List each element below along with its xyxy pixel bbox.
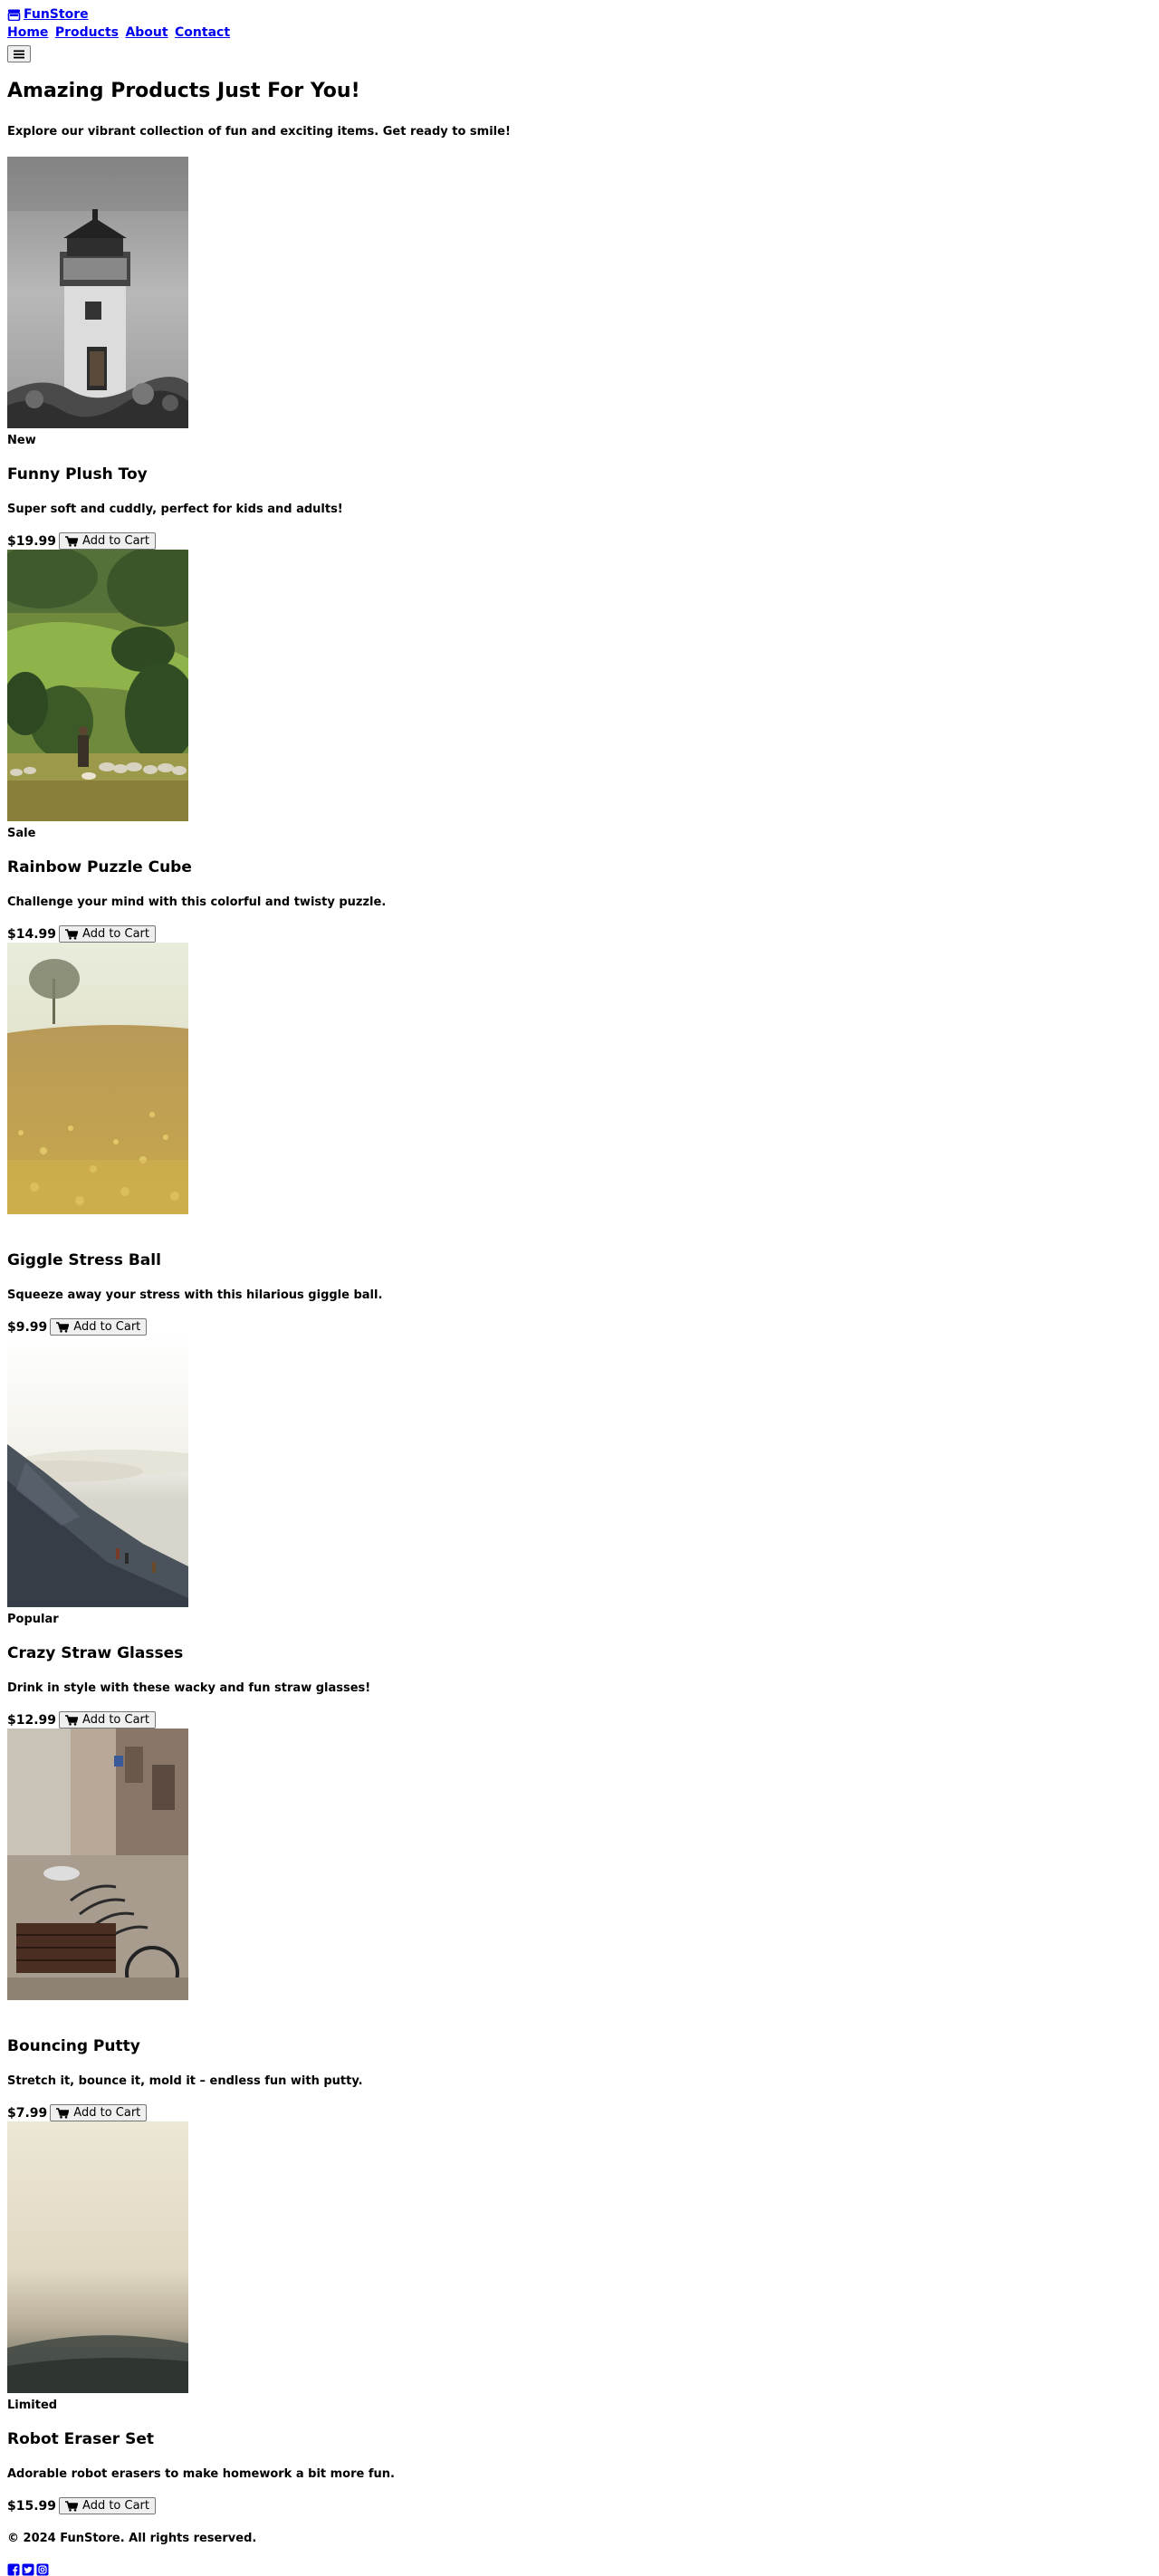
nav-link-home[interactable]: Home xyxy=(7,25,48,40)
product-card: Sale Rainbow Puzzle Cube Challenge your … xyxy=(7,550,1152,943)
cart-icon xyxy=(65,1714,79,1726)
twitter-icon xyxy=(22,2563,34,2576)
product-card: Limited Robot Eraser Set Adorable robot … xyxy=(7,2121,1152,2514)
site-header: FunStore Home Products About Contact xyxy=(7,0,1152,62)
product-price: $14.99 xyxy=(7,926,57,942)
add-to-cart-label: Add to Cart xyxy=(82,927,150,941)
add-to-cart-button[interactable]: Add to Cart xyxy=(59,1711,157,1729)
copyright-text: © 2024 FunStore. All rights reserved. xyxy=(7,2532,257,2545)
social-links xyxy=(7,2563,1152,2576)
site-footer: © 2024 FunStore. All rights reserved. xyxy=(7,2531,1152,2576)
add-to-cart-label: Add to Cart xyxy=(73,2106,141,2120)
add-to-cart-button[interactable]: Add to Cart xyxy=(59,532,157,550)
product-card: Bouncing Putty Stretch it, bounce it, mo… xyxy=(7,1729,1152,2121)
price-row: $15.99 Add to Cart xyxy=(7,2497,1152,2514)
add-to-cart-button[interactable]: Add to Cart xyxy=(50,1318,148,1336)
price-row: $9.99 Add to Cart xyxy=(7,1318,1152,1336)
cart-icon xyxy=(65,535,79,547)
price-row: $12.99 Add to Cart xyxy=(7,1711,1152,1729)
facebook-icon xyxy=(7,2563,20,2576)
product-description: Adorable robot erasers to make homework … xyxy=(7,2467,395,2481)
add-to-cart-label: Add to Cart xyxy=(82,1713,150,1727)
product-image-foggy-hill xyxy=(7,2121,188,2393)
product-badge xyxy=(7,1218,1152,1236)
product-card: Popular Crazy Straw Glasses Drink in sty… xyxy=(7,1336,1152,1729)
add-to-cart-label: Add to Cart xyxy=(73,1320,141,1334)
nav-link-products[interactable]: Products xyxy=(55,25,119,40)
hero-title: Amazing Products Just For You! xyxy=(7,80,360,102)
add-to-cart-button[interactable]: Add to Cart xyxy=(59,2497,157,2514)
product-image-mountain-clouds xyxy=(7,1336,188,1607)
twitter-link[interactable] xyxy=(22,2563,34,2576)
product-name: Giggle Stress Ball xyxy=(7,1251,161,1269)
hamburger-icon xyxy=(14,50,24,59)
product-badge xyxy=(7,2004,1152,2022)
store-icon xyxy=(7,9,21,21)
product-image-lighthouse xyxy=(7,157,188,428)
brand-name: FunStore xyxy=(24,7,89,22)
hero-subtitle: Explore our vibrant collection of fun an… xyxy=(7,125,511,139)
product-description: Drink in style with these wacky and fun … xyxy=(7,1681,371,1695)
price-row: $19.99 Add to Cart xyxy=(7,532,1152,550)
product-description: Super soft and cuddly, perfect for kids … xyxy=(7,503,343,516)
product-card: Giggle Stress Ball Squeeze away your str… xyxy=(7,943,1152,1336)
facebook-link[interactable] xyxy=(7,2563,20,2576)
instagram-icon xyxy=(36,2563,49,2576)
add-to-cart-label: Add to Cart xyxy=(82,2499,150,2513)
cart-icon xyxy=(65,928,79,940)
product-price: $19.99 xyxy=(7,533,57,549)
product-image-street-bicycles xyxy=(7,1729,188,2000)
product-name: Bouncing Putty xyxy=(7,2037,140,2055)
cart-icon xyxy=(65,2500,79,2512)
product-name: Rainbow Puzzle Cube xyxy=(7,858,192,876)
add-to-cart-button[interactable]: Add to Cart xyxy=(59,925,157,943)
hero-section: Amazing Products Just For You! Explore o… xyxy=(7,78,1152,140)
product-name: Crazy Straw Glasses xyxy=(7,1644,184,1662)
product-description: Challenge your mind with this colorful a… xyxy=(7,895,387,909)
add-to-cart-label: Add to Cart xyxy=(82,534,150,548)
cart-icon xyxy=(56,2107,70,2119)
product-badge: Limited xyxy=(7,2399,58,2412)
main-nav: Home Products About Contact xyxy=(7,24,1152,42)
price-row: $14.99 Add to Cart xyxy=(7,925,1152,943)
menu-toggle-button[interactable] xyxy=(7,45,31,62)
page: FunStore Home Products About Contact Ama… xyxy=(0,0,1159,2576)
product-badge: Popular xyxy=(7,1613,59,1626)
product-image-shepherd-hills xyxy=(7,550,188,821)
nav-link-contact[interactable]: Contact xyxy=(175,25,230,40)
product-name: Funny Plush Toy xyxy=(7,465,148,484)
product-badge: Sale xyxy=(7,827,36,840)
instagram-link[interactable] xyxy=(36,2563,49,2576)
product-description: Stretch it, bounce it, mold it – endless… xyxy=(7,2074,363,2088)
price-row: $7.99 Add to Cart xyxy=(7,2104,1152,2121)
brand-row: FunStore xyxy=(7,0,1152,24)
product-price: $15.99 xyxy=(7,2498,57,2514)
product-price: $9.99 xyxy=(7,1319,48,1335)
brand-link[interactable]: FunStore xyxy=(7,5,89,24)
product-card: New Funny Plush Toy Super soft and cuddl… xyxy=(7,157,1152,550)
cart-icon xyxy=(56,1321,70,1333)
product-badge: New xyxy=(7,434,36,447)
nav-link-about[interactable]: About xyxy=(125,25,168,40)
product-price: $12.99 xyxy=(7,1712,57,1728)
product-list: New Funny Plush Toy Super soft and cuddl… xyxy=(7,157,1152,2514)
product-image-field-tree xyxy=(7,943,188,1214)
add-to-cart-button[interactable]: Add to Cart xyxy=(50,2104,148,2121)
product-price: $7.99 xyxy=(7,2105,48,2121)
product-name: Robot Eraser Set xyxy=(7,2430,154,2448)
product-description: Squeeze away your stress with this hilar… xyxy=(7,1288,383,1302)
